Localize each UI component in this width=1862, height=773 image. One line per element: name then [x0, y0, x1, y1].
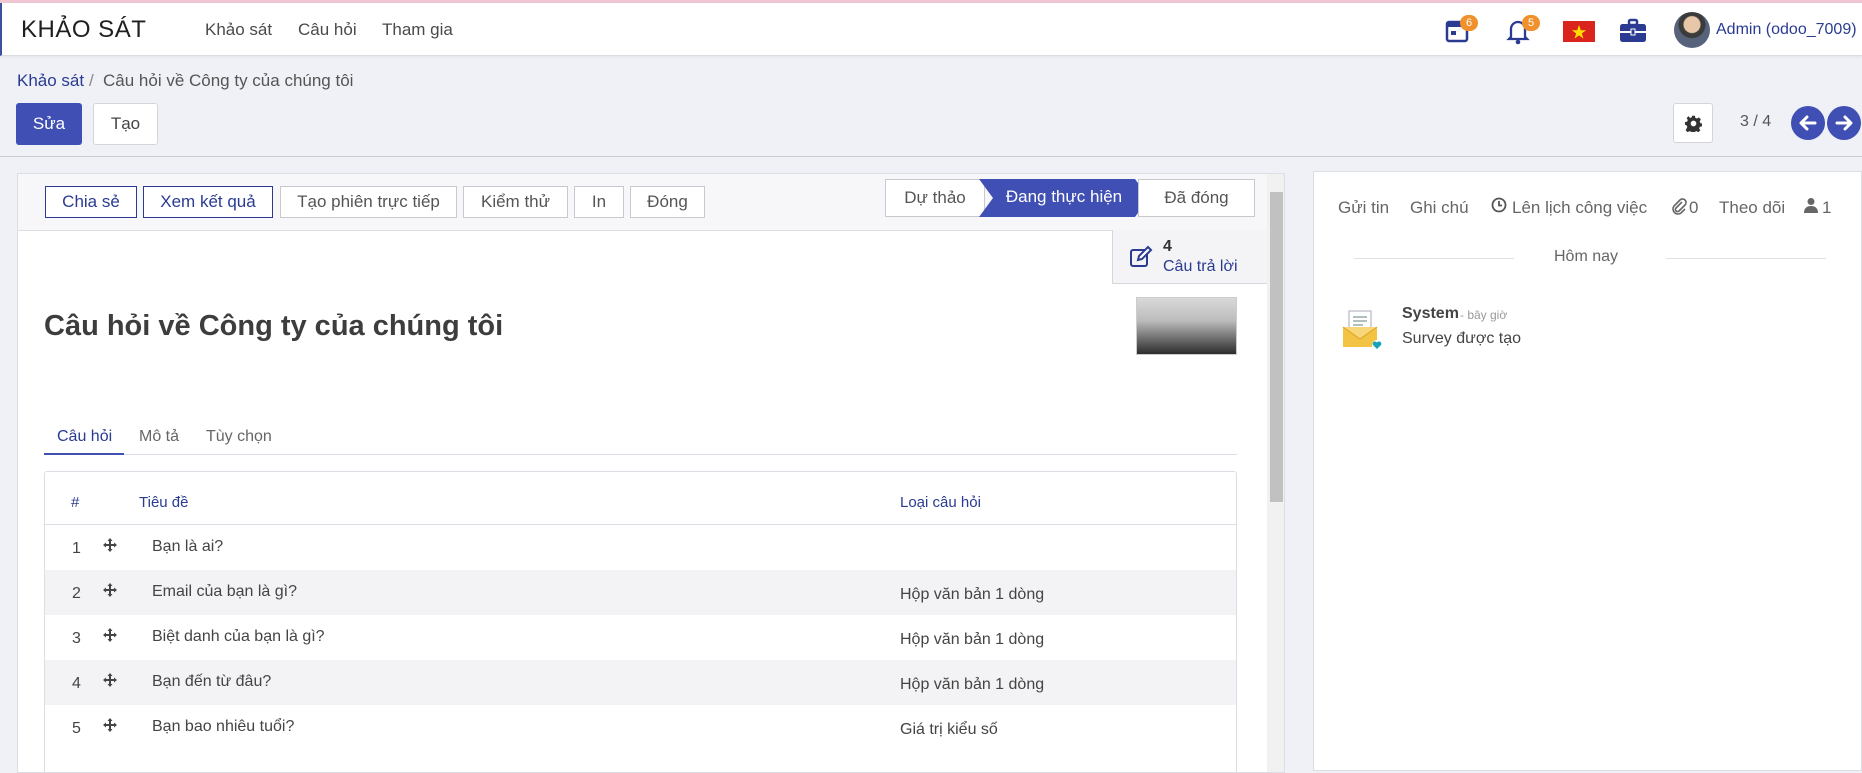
- column-header-type[interactable]: Loại câu hỏi: [900, 494, 981, 511]
- followers-count[interactable]: 1: [1822, 198, 1831, 218]
- drag-handle-icon[interactable]: [103, 628, 117, 642]
- date-separator-line-left: [1354, 258, 1514, 259]
- chatter-panel: Gửi tin Ghi chú Lên lịch công việc 0 The…: [1313, 171, 1862, 771]
- answers-smart-button[interactable]: 4 Câu trả lời: [1112, 230, 1272, 284]
- arrow-right-icon: [1835, 115, 1853, 131]
- stage-closed[interactable]: Đã đóng: [1138, 179, 1255, 217]
- share-button[interactable]: Chia sẻ: [45, 186, 137, 218]
- arrow-left-icon: [1799, 115, 1817, 131]
- table-row[interactable]: 4 Bạn đến từ đâu? Hộp văn bản 1 dòng: [45, 660, 1236, 705]
- table-row[interactable]: 5 Bạn bao nhiêu tuổi? Giá trị kiểu số: [45, 705, 1236, 750]
- row-number: 4: [72, 675, 81, 692]
- message-time: - bây giờ: [1460, 308, 1508, 322]
- question-title: Bạn bao nhiêu tuổi?: [152, 718, 295, 735]
- control-panel-divider: [0, 156, 1862, 157]
- message-body: Survey được tạo: [1402, 330, 1522, 347]
- questions-table: # Tiêu đề Loại câu hỏi 1 Bạn là ai? 2 Em…: [44, 471, 1237, 772]
- breadcrumb-current: Câu hỏi về Công ty của chúng tôi: [103, 71, 354, 90]
- create-button[interactable]: Tạo: [93, 103, 158, 145]
- gear-icon: [1685, 115, 1702, 132]
- app-brand[interactable]: KHẢO SÁT: [21, 16, 146, 44]
- question-title: Bạn là ai?: [152, 538, 224, 555]
- breadcrumb-separator: /: [89, 71, 94, 90]
- action-menu-button[interactable]: [1673, 103, 1713, 143]
- vietnam-flag-icon[interactable]: [1563, 16, 1595, 46]
- schedule-activity-button[interactable]: Lên lịch công việc: [1512, 198, 1647, 218]
- table-row[interactable]: 1 Bạn là ai?: [45, 525, 1236, 570]
- question-type: Hộp văn bản 1 dòng: [900, 586, 1045, 603]
- question-type: Hộp văn bản 1 dòng: [900, 631, 1045, 648]
- drag-handle-icon[interactable]: [103, 718, 117, 732]
- menu-khao-sat[interactable]: Khảo sát: [205, 20, 272, 40]
- send-message-button[interactable]: Gửi tin: [1338, 198, 1389, 218]
- briefcase-icon[interactable]: [1618, 16, 1648, 46]
- create-live-session-button[interactable]: Tạo phiên trực tiếp: [280, 186, 457, 218]
- stage-in-progress[interactable]: Đang thực hiện: [979, 179, 1149, 217]
- question-title: Bạn đến từ đâu?: [152, 673, 272, 690]
- table-row[interactable]: 2 Email của bạn là gì? Hộp văn bản 1 dòn…: [45, 570, 1236, 615]
- clock-icon: [1491, 197, 1507, 213]
- breadcrumb-parent[interactable]: Khảo sát: [17, 71, 84, 91]
- menu-tham-gia[interactable]: Tham gia: [382, 20, 453, 40]
- tab-options[interactable]: Tùy chọn: [206, 428, 272, 446]
- date-separator-line-right: [1666, 258, 1826, 259]
- notification-badge: 5: [1522, 15, 1540, 31]
- close-survey-button[interactable]: Đóng: [630, 186, 705, 218]
- statusbar: Chia sẻ Xem kết quả Tạo phiên trực tiếp …: [18, 174, 1267, 231]
- answers-label: Câu trả lời: [1163, 258, 1238, 275]
- question-title: Email của bạn là gì?: [152, 583, 297, 600]
- user-icon: [1804, 198, 1818, 213]
- row-number: 3: [72, 630, 81, 647]
- message-author[interactable]: System: [1402, 305, 1459, 323]
- edit-icon: [1130, 245, 1153, 267]
- tab-divider: [44, 454, 1237, 455]
- log-note-button[interactable]: Ghi chú: [1410, 198, 1469, 218]
- stage-draft[interactable]: Dự thảo: [885, 179, 985, 217]
- edit-button[interactable]: Sửa: [16, 103, 82, 145]
- survey-title[interactable]: Câu hỏi về Công ty của chúng tôi: [44, 310, 503, 343]
- row-number: 1: [72, 540, 81, 557]
- stage-in-progress-label: Đang thực hiện: [1005, 187, 1123, 206]
- column-header-title[interactable]: Tiêu đề: [139, 494, 188, 511]
- pager-next-button[interactable]: [1827, 106, 1861, 140]
- attachments-count[interactable]: 0: [1689, 198, 1698, 218]
- pager-value[interactable]: 3 / 4: [1740, 113, 1771, 131]
- tab-questions[interactable]: Câu hỏi: [57, 428, 112, 446]
- menu-cau-hoi[interactable]: Câu hỏi: [298, 20, 357, 40]
- drag-handle-icon[interactable]: [103, 538, 117, 552]
- date-separator: Hôm nay: [1554, 248, 1619, 265]
- form-view: Chia sẻ Xem kết quả Tạo phiên trực tiếp …: [17, 173, 1285, 773]
- form-scrollbar-thumb[interactable]: [1270, 192, 1283, 502]
- user-menu[interactable]: Admin (odoo_7009): [1716, 21, 1857, 39]
- tab-description[interactable]: Mô tả: [139, 428, 179, 446]
- drag-handle-icon[interactable]: [103, 583, 117, 597]
- row-number: 2: [72, 585, 81, 602]
- drag-handle-icon[interactable]: [103, 673, 117, 687]
- survey-image[interactable]: [1136, 297, 1237, 355]
- question-title: Biệt danh của bạn là gì?: [152, 628, 325, 645]
- avatar[interactable]: [1674, 12, 1710, 48]
- system-avatar-icon: [1342, 310, 1382, 350]
- question-type: Giá trị kiểu số: [900, 721, 998, 738]
- pager-previous-button[interactable]: [1791, 106, 1825, 140]
- question-type: Hộp văn bản 1 dòng: [900, 676, 1045, 693]
- test-button[interactable]: Kiểm thử: [463, 186, 568, 218]
- activity-badge: 6: [1460, 15, 1478, 31]
- main-navbar: KHẢO SÁT Khảo sát Câu hỏi Tham gia 6 5 A…: [0, 3, 1862, 56]
- paperclip-icon: [1672, 198, 1687, 215]
- row-number: 5: [72, 720, 81, 737]
- table-row[interactable]: 3 Biệt danh của bạn là gì? Hộp văn bản 1…: [45, 615, 1236, 660]
- print-button[interactable]: In: [574, 186, 624, 218]
- column-header-number[interactable]: #: [71, 494, 79, 511]
- view-results-button[interactable]: Xem kết quả: [143, 186, 273, 218]
- follow-button[interactable]: Theo dõi: [1719, 198, 1785, 218]
- answers-count: 4: [1163, 238, 1172, 255]
- active-tab-indicator: [44, 453, 124, 455]
